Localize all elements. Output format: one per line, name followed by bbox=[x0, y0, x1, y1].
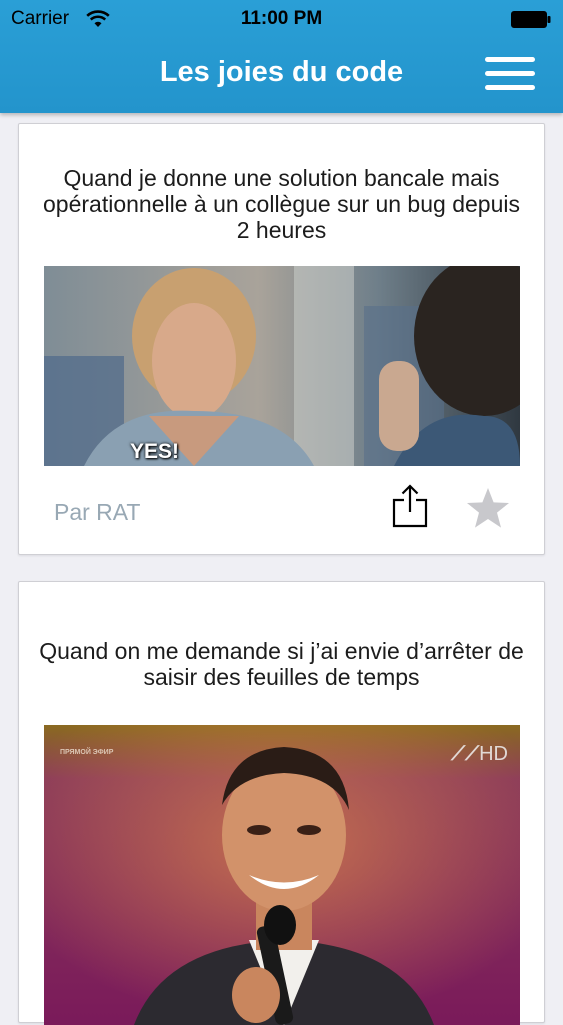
status-bar: Carrier 11:00 PM bbox=[0, 0, 563, 38]
gif-caption: YES! bbox=[130, 440, 180, 463]
post-card: Quand on me demande si j’ai envie d’arrê… bbox=[18, 581, 545, 1025]
star-icon[interactable] bbox=[465, 486, 511, 530]
post-title: Quand je donne une solution bancale mais… bbox=[43, 165, 520, 243]
post-title: Quand on me demande si j’ai envie d’arrê… bbox=[39, 638, 524, 690]
broadcast-label: ПРЯМОЙ ЭФИР bbox=[60, 749, 114, 756]
post-author: Par RAT bbox=[54, 499, 141, 525]
app-title: Les joies du code bbox=[159, 56, 404, 88]
navigation-bar: Carrier 11:00 PM Les joies du code bbox=[0, 0, 563, 113]
gif-illustration bbox=[44, 725, 520, 1025]
post-gif-image[interactable]: YES! bbox=[44, 266, 520, 466]
hamburger-menu-icon[interactable] bbox=[485, 57, 535, 91]
post-card: Quand je donne une solution bancale mais… bbox=[18, 123, 545, 555]
battery-icon bbox=[511, 11, 551, 28]
hd-label: HD bbox=[479, 743, 508, 765]
channel-logo: ⟋⟋HD bbox=[451, 743, 508, 765]
share-icon[interactable] bbox=[391, 483, 429, 529]
gif-illustration bbox=[44, 266, 520, 466]
status-time: 11:00 PM bbox=[240, 8, 323, 29]
post-gif-image[interactable]: ПРЯМОЙ ЭФИР ⟋⟋HD bbox=[44, 725, 520, 1025]
